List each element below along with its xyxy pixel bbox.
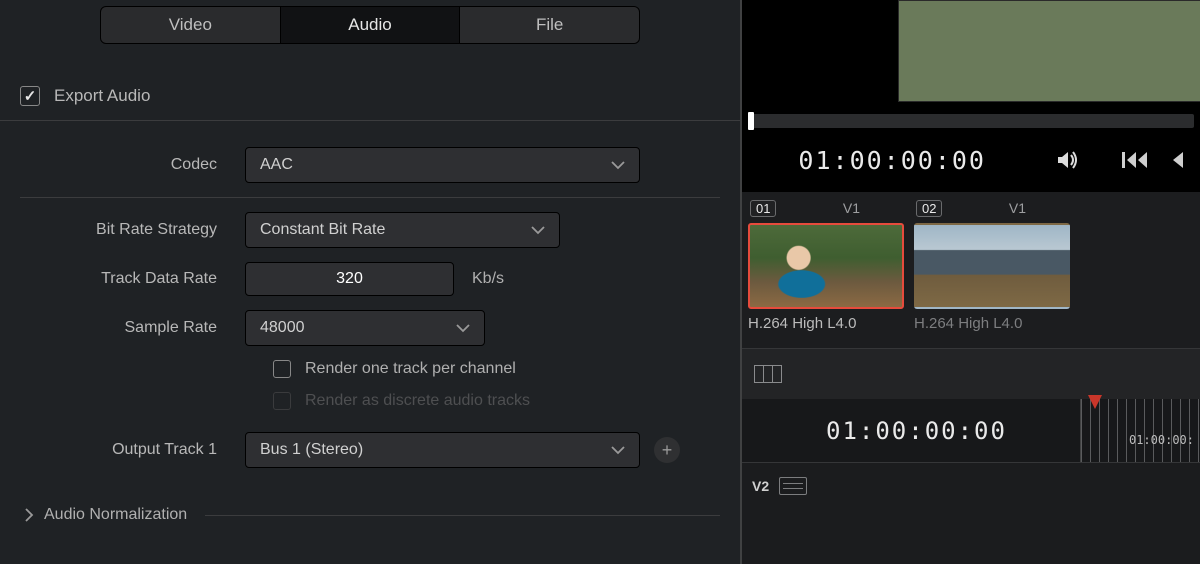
track-row[interactable]: V2 xyxy=(752,473,1200,499)
section-divider xyxy=(205,515,720,516)
ruler-timecode-label: 01:00:00: xyxy=(1129,433,1194,447)
render-one-per-channel-label: Render one track per channel xyxy=(305,360,516,378)
chevron-right-icon xyxy=(24,508,34,522)
export-audio-checkbox[interactable] xyxy=(20,86,40,106)
bitrate-strategy-select[interactable]: Constant Bit Rate xyxy=(245,212,560,248)
render-one-per-channel-row: Render one track per channel xyxy=(273,360,720,378)
viewer-transport: 01:00:00:00 xyxy=(742,128,1200,192)
settings-tabs: Video Audio File xyxy=(100,6,640,44)
viewer-scrubber[interactable] xyxy=(748,114,1194,128)
tab-file[interactable]: File xyxy=(460,7,639,43)
clip-item[interactable]: 02 V1 H.264 High L4.0 xyxy=(914,200,1070,332)
chevron-down-icon xyxy=(611,160,625,170)
render-one-per-channel-checkbox[interactable] xyxy=(273,360,291,378)
track-data-rate-label: Track Data Rate xyxy=(20,270,245,288)
audio-normalization-section[interactable]: Audio Normalization xyxy=(0,482,740,524)
export-audio-label: Export Audio xyxy=(54,86,150,106)
output-track-value: Bus 1 (Stereo) xyxy=(260,441,363,459)
bitrate-strategy-value: Constant Bit Rate xyxy=(260,221,385,239)
render-discrete-checkbox xyxy=(273,392,291,410)
timeline-tracks: V2 xyxy=(742,463,1200,564)
sample-rate-label: Sample Rate xyxy=(20,319,245,337)
audio-form: Codec AAC Bit Rate Strategy Constant Bit… xyxy=(0,121,740,468)
clip-item[interactable]: 01 V1 H.264 High L4.0 xyxy=(748,200,904,332)
track-name: V2 xyxy=(752,478,769,494)
clip-thumbnail[interactable] xyxy=(748,223,904,309)
clip-thumbnail[interactable] xyxy=(914,223,1070,309)
export-audio-row: Export Audio xyxy=(0,68,740,121)
output-track-label: Output Track 1 xyxy=(20,441,245,459)
step-back-button[interactable] xyxy=(1162,145,1192,175)
clip-codec-label: H.264 High L4.0 xyxy=(748,315,904,332)
preview-timeline-panel: 01:00:00:00 01 V1 H.264 High L4.0 02 V1 xyxy=(740,0,1200,564)
timeline-toolbar xyxy=(742,349,1200,399)
timeline-ruler[interactable]: 01:00:00:00 01:00:00: xyxy=(742,399,1200,463)
render-queue-clips: 01 V1 H.264 High L4.0 02 V1 H.264 High L… xyxy=(742,192,1200,349)
codec-value: AAC xyxy=(260,156,293,174)
render-discrete-row: Render as discrete audio tracks xyxy=(273,392,720,410)
volume-icon[interactable] xyxy=(1052,145,1082,175)
chevron-down-icon xyxy=(611,445,625,455)
scrubber-head[interactable] xyxy=(748,112,754,130)
tab-video[interactable]: Video xyxy=(101,7,281,43)
tab-audio[interactable]: Audio xyxy=(281,7,461,43)
track-data-rate-input[interactable] xyxy=(245,262,454,296)
audio-settings-panel: Video Audio File Export Audio Codec AAC … xyxy=(0,0,740,564)
sample-rate-value: 48000 xyxy=(260,319,305,337)
render-discrete-label: Render as discrete audio tracks xyxy=(305,392,530,410)
clip-track: V1 xyxy=(843,200,860,216)
go-to-start-button[interactable] xyxy=(1120,145,1150,175)
clip-track: V1 xyxy=(1009,200,1026,216)
timeline-timecode: 01:00:00:00 xyxy=(826,417,1007,445)
viewer-preview xyxy=(742,0,1200,106)
sample-rate-select[interactable]: 48000 xyxy=(245,310,485,346)
viewer-timecode: 01:00:00:00 xyxy=(750,146,986,175)
bitrate-strategy-label: Bit Rate Strategy xyxy=(20,221,245,239)
track-data-rate-unit: Kb/s xyxy=(472,270,504,288)
playhead-icon[interactable] xyxy=(1086,393,1104,411)
track-type-icon xyxy=(779,477,807,495)
preview-frame xyxy=(898,0,1200,102)
clip-number: 02 xyxy=(916,200,942,217)
audio-normalization-label: Audio Normalization xyxy=(44,506,187,524)
timeline-view-icon[interactable] xyxy=(754,365,782,383)
add-output-track-button[interactable]: + xyxy=(654,437,680,463)
clip-codec-label: H.264 High L4.0 xyxy=(914,315,1070,332)
chevron-down-icon xyxy=(456,323,470,333)
codec-select[interactable]: AAC xyxy=(245,147,640,183)
output-track-select[interactable]: Bus 1 (Stereo) xyxy=(245,432,640,468)
chevron-down-icon xyxy=(531,225,545,235)
clip-number: 01 xyxy=(750,200,776,217)
codec-label: Codec xyxy=(20,156,245,174)
